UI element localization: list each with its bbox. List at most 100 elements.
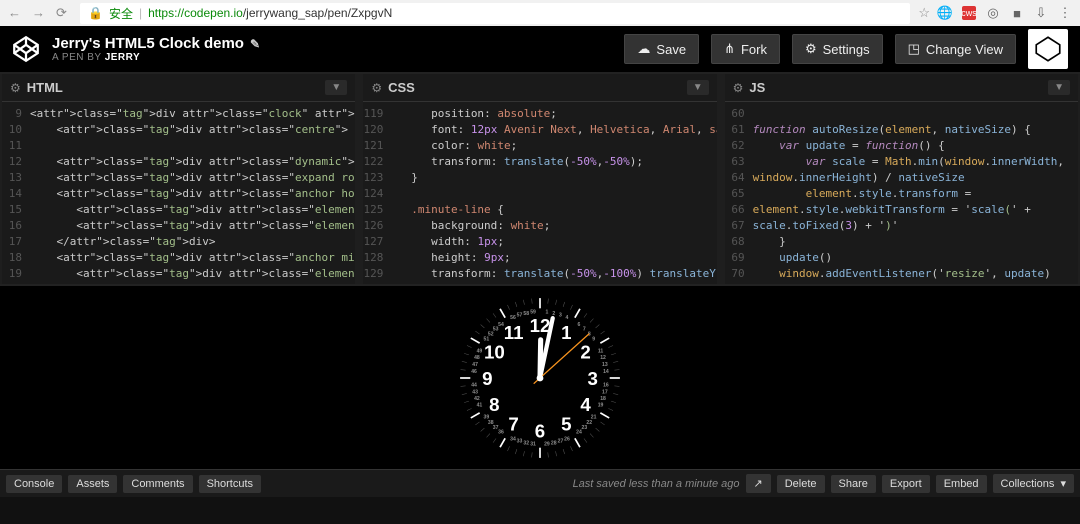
svg-text:10: 10 bbox=[484, 341, 505, 362]
pen-title-block: Jerry's HTML5 Clock demo ✎ A PEN BY Jerr… bbox=[52, 35, 612, 63]
svg-text:31: 31 bbox=[530, 441, 536, 447]
svg-text:3: 3 bbox=[587, 367, 597, 388]
code-line: 15 <attr">class="tag">div attr">class="e… bbox=[2, 202, 355, 218]
code-line: 10 <attr">class="tag">div attr">class="c… bbox=[2, 122, 355, 138]
css-pane-header: ⚙ CSS ▼ bbox=[363, 74, 716, 102]
change-view-button[interactable]: ◳ Change View bbox=[895, 34, 1016, 64]
forward-arrow-icon[interactable]: → bbox=[32, 5, 48, 21]
svg-text:24: 24 bbox=[576, 429, 582, 435]
svg-text:26: 26 bbox=[564, 436, 570, 442]
preview-pane: 1234678911121314161718192122232426272829… bbox=[0, 284, 1080, 469]
css-pane: ⚙ CSS ▼ 119 position: absolute;120 font:… bbox=[363, 74, 716, 284]
settings-button[interactable]: ⚙ Settings bbox=[792, 34, 883, 64]
css-pane-title: CSS bbox=[388, 80, 681, 95]
gear-icon[interactable]: ⚙ bbox=[10, 81, 21, 95]
js-pane-title: JS bbox=[749, 80, 1042, 95]
code-line: 128 height: 9px; bbox=[363, 250, 716, 266]
shortcuts-button[interactable]: Shortcuts bbox=[199, 475, 261, 493]
svg-text:11: 11 bbox=[598, 348, 604, 354]
svg-text:32: 32 bbox=[523, 440, 529, 446]
code-line: 62 var update = function() { bbox=[725, 138, 1078, 154]
svg-text:9: 9 bbox=[592, 336, 595, 342]
code-line: 122 transform: translate(-50%,-50%); bbox=[363, 154, 716, 170]
svg-text:56: 56 bbox=[510, 315, 516, 321]
avatar[interactable] bbox=[1028, 29, 1068, 69]
html-pane: ⚙ HTML ▼ 9<attr">class="tag">div attr">c… bbox=[2, 74, 355, 284]
fork-button[interactable]: ⋔ Fork bbox=[711, 34, 780, 64]
author-name[interactable]: Jerry bbox=[105, 52, 140, 63]
js-editor[interactable]: 6061function autoResize(element, nativeS… bbox=[725, 102, 1078, 284]
svg-text:7: 7 bbox=[508, 413, 518, 434]
svg-text:11: 11 bbox=[504, 322, 524, 343]
svg-text:6: 6 bbox=[578, 322, 581, 328]
gear-icon[interactable]: ⚙ bbox=[371, 81, 382, 95]
export-button[interactable]: Export bbox=[882, 475, 930, 493]
embed-button[interactable]: Embed bbox=[936, 475, 987, 493]
css-editor[interactable]: 119 position: absolute;120 font: 12px Av… bbox=[363, 102, 716, 284]
js-pane: ⚙ JS ▼ 6061function autoResize(element, … bbox=[725, 74, 1078, 284]
svg-text:44: 44 bbox=[471, 382, 477, 388]
code-line: 69 update() bbox=[725, 250, 1078, 266]
code-line: 9<attr">class="tag">div attr">class="clo… bbox=[2, 106, 355, 122]
assets-button[interactable]: Assets bbox=[68, 475, 117, 493]
gear-icon[interactable]: ⚙ bbox=[733, 81, 744, 95]
reload-icon[interactable]: ⟳ bbox=[56, 5, 72, 21]
svg-text:6: 6 bbox=[535, 420, 545, 441]
js-pane-header: ⚙ JS ▼ bbox=[725, 74, 1078, 102]
globe-icon[interactable]: 🌐 bbox=[938, 6, 952, 20]
code-line: 65 element.style.transform = bbox=[725, 186, 1078, 202]
menu-icon[interactable]: ⋮ bbox=[1058, 6, 1072, 20]
delete-button[interactable]: Delete bbox=[777, 475, 825, 493]
code-line: 125 .minute-line { bbox=[363, 202, 716, 218]
svg-text:37: 37 bbox=[493, 424, 499, 430]
cws-icon[interactable]: cws bbox=[962, 6, 976, 20]
code-line: 66element.style.webkitTransform = 'scale… bbox=[725, 202, 1078, 218]
save-button[interactable]: ☁ Save bbox=[624, 34, 699, 64]
code-line: 13 <attr">class="tag">div attr">class="e… bbox=[2, 170, 355, 186]
popout-icon[interactable]: ↗ bbox=[746, 474, 771, 493]
codepen-logo-icon[interactable] bbox=[12, 35, 40, 63]
svg-text:13: 13 bbox=[602, 361, 608, 367]
save-status: Last saved less than a minute ago bbox=[573, 478, 740, 490]
author-prefix: A PEN BY bbox=[52, 52, 105, 63]
clock-face: 1234678911121314161718192122232426272829… bbox=[455, 293, 625, 463]
svg-text:41: 41 bbox=[477, 402, 483, 408]
svg-text:57: 57 bbox=[517, 312, 523, 318]
svg-text:9: 9 bbox=[482, 367, 492, 388]
svg-text:42: 42 bbox=[474, 396, 480, 402]
svg-text:17: 17 bbox=[602, 389, 608, 395]
chevron-down-icon[interactable]: ▼ bbox=[325, 80, 347, 95]
share-button[interactable]: Share bbox=[831, 475, 876, 493]
html-editor[interactable]: 9<attr">class="tag">div attr">class="clo… bbox=[2, 102, 355, 284]
svg-text:2: 2 bbox=[580, 341, 590, 362]
circle-icon[interactable]: ◎ bbox=[986, 6, 1000, 20]
chevron-down-icon[interactable]: ▼ bbox=[687, 80, 709, 95]
download-icon[interactable]: ⇩ bbox=[1034, 6, 1048, 20]
star-icon[interactable]: ☆ bbox=[918, 5, 930, 21]
gear-icon: ⚙ bbox=[805, 41, 817, 57]
collections-button[interactable]: Collections ▾ bbox=[993, 474, 1074, 493]
back-arrow-icon[interactable]: ← bbox=[8, 5, 24, 21]
svg-text:46: 46 bbox=[471, 368, 477, 374]
chevron-down-icon[interactable]: ▼ bbox=[1048, 80, 1070, 95]
svg-text:18: 18 bbox=[600, 396, 606, 402]
svg-text:16: 16 bbox=[603, 382, 609, 388]
svg-text:49: 49 bbox=[477, 348, 483, 354]
svg-text:39: 39 bbox=[484, 414, 490, 420]
extension-icon[interactable]: ■ bbox=[1010, 6, 1024, 20]
code-line: 70 window.addEventListener('resize', upd… bbox=[725, 266, 1078, 282]
svg-text:34: 34 bbox=[510, 436, 516, 442]
svg-text:58: 58 bbox=[523, 310, 529, 316]
code-line: 11 bbox=[2, 138, 355, 154]
edit-title-icon[interactable]: ✎ bbox=[250, 37, 260, 51]
comments-button[interactable]: Comments bbox=[123, 475, 192, 493]
address-bar[interactable]: 🔒 安全 | https://codepen.io/jerrywang_sap/… bbox=[80, 3, 910, 24]
code-line: 17 </attr">class="tag">div> bbox=[2, 234, 355, 250]
svg-text:22: 22 bbox=[586, 420, 592, 426]
console-button[interactable]: Console bbox=[6, 475, 62, 493]
svg-text:23: 23 bbox=[582, 424, 588, 430]
svg-text:47: 47 bbox=[472, 361, 478, 367]
secure-label: 安全 bbox=[109, 5, 133, 22]
footer-bar: Console Assets Comments Shortcuts Last s… bbox=[0, 469, 1080, 497]
layout-icon: ◳ bbox=[908, 41, 920, 57]
